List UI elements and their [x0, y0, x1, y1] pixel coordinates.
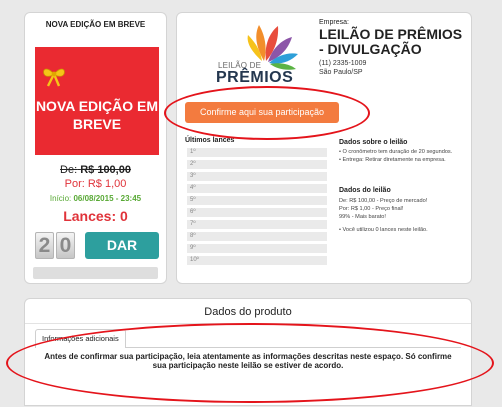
- bid-row: 5º: [187, 196, 327, 205]
- participation-notice: Antes de confirmar sua participação, lei…: [44, 352, 452, 370]
- confirm-participation-button[interactable]: Confirme aqui sua participação: [185, 102, 339, 123]
- card-header: NOVA EDIÇÃO EM BREVE: [45, 20, 146, 29]
- company-phone: (11) 2335-1009: [319, 60, 367, 67]
- bid-count: Lances: 0: [63, 208, 128, 224]
- bid-row: 7º: [187, 220, 327, 229]
- bid-row: 3º: [187, 172, 327, 181]
- company-name: LEILÃO DE PRÊMIOS - DIVULGAÇÃO: [319, 26, 463, 57]
- used-bids-note: • Você utilizou 0 lances neste leilão.: [339, 227, 428, 233]
- bid-row: 1º: [187, 148, 327, 157]
- status-bar: [33, 267, 158, 279]
- bid-row: 8º: [187, 232, 327, 241]
- start-date: Início: 06/08/2015 - 23:45: [49, 194, 142, 203]
- tab-additional-info[interactable]: Informações adicionais: [35, 329, 126, 348]
- logo-text-main: PRÊMIOS: [216, 69, 294, 86]
- countdown-digit: 0: [56, 232, 75, 259]
- price-new: Por: R$ 1,00: [64, 178, 127, 190]
- promo-image[interactable]: NOVA EDIÇÃO EM BREVE: [35, 47, 159, 155]
- countdown-digit: 2: [35, 232, 54, 259]
- product-data-title: Dados do produto: [204, 306, 292, 318]
- price-old: De: R$ 100,00: [60, 164, 131, 176]
- product-data-card: Dados do produto Informações adicionais …: [24, 298, 472, 406]
- last-bids-label: Últimos lances: [185, 137, 235, 144]
- about-item: • Entrega: Retirar diretamente na empres…: [339, 157, 446, 163]
- about-heading: Dados sobre o leilão: [339, 139, 408, 146]
- auction-details-card: LEILÃO DE PRÊMIOS Empresa: LEILÃO DE PRÊ…: [176, 12, 472, 284]
- bid-row: 4º: [187, 184, 327, 193]
- data-line: De: R$ 100,00 - Preço de mercado!: [339, 198, 428, 204]
- bid-row: 10º: [187, 256, 327, 265]
- divider: [25, 323, 471, 324]
- data-line: Por: R$ 1,00 - Preço final!: [339, 206, 404, 212]
- promo-text: NOVA EDIÇÃO EM BREVE: [35, 98, 159, 132]
- bid-row: 2º: [187, 160, 327, 169]
- company-city: São Paulo/SP: [319, 69, 363, 76]
- gift-bow-icon: [43, 68, 65, 87]
- data-line: 99% - Mais barato!: [339, 214, 386, 220]
- auction-card: NOVA EDIÇÃO EM BREVE NOVA EDIÇÃO EM BREV…: [24, 12, 167, 284]
- about-item: • O cronômetro tem duração de 20 segundo…: [339, 149, 453, 155]
- data-heading: Dados do leilão: [339, 187, 391, 194]
- company-logo: LEILÃO DE PRÊMIOS: [184, 17, 312, 97]
- company-label: Empresa:: [319, 19, 349, 26]
- bid-row: 6º: [187, 208, 327, 217]
- dar-lance-button[interactable]: DAR LANCE: [85, 232, 159, 280]
- bid-row: 9º: [187, 244, 327, 253]
